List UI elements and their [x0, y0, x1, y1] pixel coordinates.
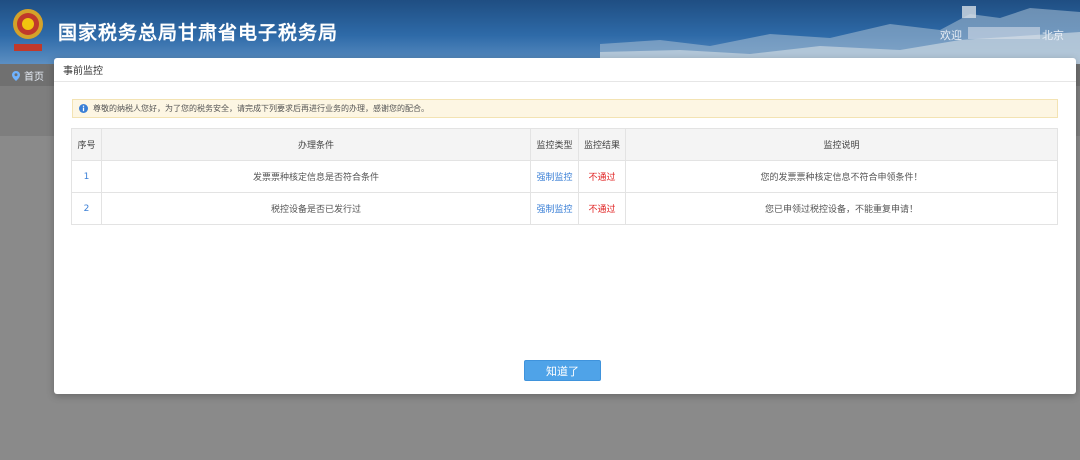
table-row: 1 发票票种核定信息是否符合条件 强制监控 不通过 您的发票票种核定信息不符合申… [71, 160, 1058, 193]
col-header-result: 监控结果 [578, 128, 626, 161]
home-nav-link[interactable]: 首页 [12, 68, 44, 83]
redacted-username [968, 27, 1040, 39]
row-description: 您的发票票种核定信息不符合申领条件！ [625, 160, 1058, 193]
notice-banner: 尊敬的纳税人您好，为了您的税务安全，请完成下列要求后再进行业务的办理，感谢您的配… [72, 99, 1058, 118]
row-condition: 发票票种核定信息是否符合条件 [101, 160, 531, 193]
table-header-row: 序号 办理条件 监控类型 监控结果 监控说明 [71, 128, 1058, 161]
row-index: 1 [71, 160, 102, 193]
row-result: 不通过 [578, 160, 626, 193]
user-suffix-text: 北京 [1042, 29, 1064, 42]
acknowledge-button[interactable]: 知道了 [524, 360, 601, 381]
notice-text: 尊敬的纳税人您好，为了您的税务安全，请完成下列要求后再进行业务的办理，感谢您的配… [93, 104, 429, 113]
row-type: 强制监控 [530, 192, 579, 225]
dialog-header: 事前监控 [54, 58, 1076, 82]
table-row: 2 税控设备是否已发行过 强制监控 不通过 您已申领过税控设备，不能重复申请！ [71, 192, 1058, 225]
col-header-type: 监控类型 [530, 128, 579, 161]
col-header-description: 监控说明 [625, 128, 1058, 161]
info-icon [79, 104, 88, 113]
row-result: 不通过 [578, 192, 626, 225]
col-header-condition: 办理条件 [101, 128, 531, 161]
row-description: 您已申领过税控设备，不能重复申请！ [625, 192, 1058, 225]
welcome-text: 欢迎 [940, 29, 962, 42]
pre-monitoring-dialog: 事前监控 尊敬的纳税人您好，为了您的税务安全，请完成下列要求后再进行业务的办理，… [54, 58, 1076, 394]
monitoring-table: 序号 办理条件 监控类型 监控结果 监控说明 1 发票票种核定信息是否符合条件 … [71, 128, 1058, 225]
tax-emblem-logo [13, 9, 43, 51]
row-condition: 税控设备是否已发行过 [101, 192, 531, 225]
home-nav-label: 首页 [24, 72, 44, 83]
location-pin-icon [12, 70, 20, 81]
row-type: 强制监控 [530, 160, 579, 193]
col-header-index: 序号 [71, 128, 102, 161]
row-index: 2 [71, 192, 102, 225]
site-title: 国家税务总局甘肃省电子税务局 [58, 22, 339, 44]
dialog-title: 事前监控 [63, 66, 103, 77]
header-banner: 国家税务总局甘肃省电子税务局 欢迎 北京 [0, 0, 1080, 64]
